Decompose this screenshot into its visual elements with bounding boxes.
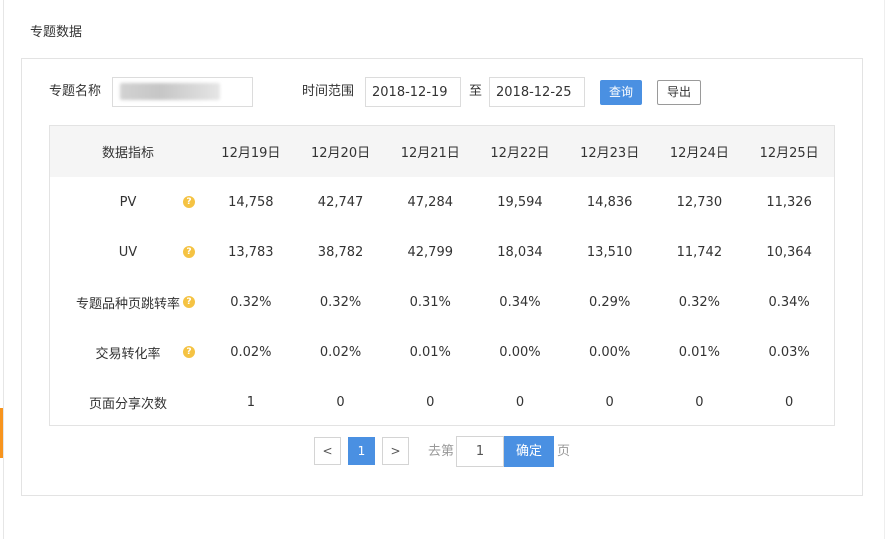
start-date-input[interactable] (365, 77, 461, 107)
value-cell: 0.32% (678, 294, 721, 310)
help-icon[interactable] (183, 346, 195, 358)
value-cell: 0.29% (589, 294, 631, 310)
value-cell: 10,364 (766, 244, 812, 260)
value-cell: 0.31% (409, 294, 451, 310)
metric-cell: UV (50, 227, 206, 277)
value-cell: 11,742 (676, 244, 723, 260)
help-icon[interactable] (183, 246, 195, 258)
topic-name-input-wrap[interactable] (112, 77, 253, 107)
value-cell: 0 (336, 394, 345, 410)
side-active-marker (0, 408, 3, 458)
value-cell: 11,326 (766, 194, 812, 210)
value-cell: 0 (426, 394, 435, 410)
header-date: 12月20日 (311, 146, 371, 161)
next-page-button[interactable]: > (382, 437, 409, 465)
value-cell: 0.01% (678, 344, 721, 360)
value-cell: 0.02% (230, 344, 272, 360)
table-row: PV 14,758 42,747 47,284 19,594 14,836 12,730 11… (50, 177, 834, 227)
header-date: 12月19日 (221, 146, 281, 161)
redacted-value (120, 83, 220, 100)
value-cell: 12,730 (676, 194, 723, 210)
value-cell: 0.34% (768, 294, 810, 310)
metric-cell: 页面分享次数 (50, 377, 206, 427)
value-cell: 1 (246, 394, 255, 410)
value-cell: 0.01% (409, 344, 451, 360)
value-cell: 0 (695, 394, 704, 410)
page-title: 专题数据 (30, 25, 83, 40)
value-cell: 18,034 (497, 244, 543, 260)
table-row: 专题品种页跳转率 0.32% 0.32% 0.31% 0.34% 0.29% 0.32% 0.… (50, 277, 834, 327)
header-date: 12月25日 (759, 146, 819, 161)
header-metric: 数据指标 (101, 146, 154, 161)
metric-cell: 交易转化率 (50, 327, 206, 377)
value-cell: 0.03% (768, 344, 810, 360)
metric-label: 专题品种页跳转率 (75, 296, 180, 312)
help-icon[interactable] (183, 296, 195, 308)
header-date: 12月23日 (580, 146, 640, 161)
left-divider (3, 0, 4, 539)
prev-page-button[interactable]: < (314, 437, 341, 465)
value-cell: 14,836 (586, 194, 633, 210)
value-cell: 0.02% (319, 344, 362, 360)
table-row: UV 13,783 38,782 42,799 18,034 13,510 11,742 10… (50, 227, 834, 277)
metric-cell: 专题品种页跳转率 (50, 277, 206, 327)
value-cell: 13,510 (586, 244, 633, 260)
date-range-separator: 至 (469, 84, 483, 99)
topic-name-label: 专题名称 (49, 84, 102, 99)
metric-label: 页面分享次数 (88, 396, 167, 412)
header-date: 12月21日 (400, 146, 460, 161)
value-cell: 0.32% (319, 294, 362, 310)
table-row: 交易转化率 0.02% 0.02% 0.01% 0.00% 0.00% 0.01% 0.03% (50, 327, 834, 377)
value-cell: 13,783 (228, 244, 274, 260)
table-body: PV14,75842,74747,28419,59414,83612,73011… (50, 177, 834, 427)
goto-label: 去第 (428, 444, 455, 459)
metric-label: 交易转化率 (95, 346, 161, 362)
metric-cell: PV (50, 177, 206, 227)
value-cell: 0.32% (230, 294, 272, 310)
value-cell: 0 (515, 394, 525, 410)
table-row: 页面分享次数 1 0 0 0 0 0 0 (50, 377, 834, 427)
value-cell: 0.00% (499, 344, 541, 360)
metric-label: UV (118, 244, 138, 260)
page-1-button[interactable]: 1 (348, 437, 375, 465)
header-date: 12月24日 (669, 146, 729, 161)
value-cell: 42,799 (407, 244, 454, 260)
value-cell: 0 (784, 394, 794, 410)
value-cell: 0.00% (589, 344, 631, 360)
value-cell: 19,594 (497, 194, 543, 210)
end-date-input[interactable] (489, 77, 585, 107)
value-cell: 42,747 (317, 194, 364, 210)
page-suffix: 页 (557, 444, 571, 459)
value-cell: 0.34% (499, 294, 541, 310)
header-date: 12月22日 (490, 146, 550, 161)
metric-label: PV (119, 194, 137, 210)
query-button[interactable]: 查询 (600, 80, 642, 105)
metrics-table: 数据指标 12月19日 12月20日 12月21日 12月22日 12月23日 12月24日… (49, 125, 835, 426)
time-range-label: 时间范围 (302, 84, 355, 99)
export-button[interactable]: 导出 (657, 80, 701, 105)
value-cell: 47,284 (407, 194, 454, 210)
table-header-row: 数据指标 12月19日 12月20日 12月21日 12月22日 12月23日 12月24日… (50, 126, 834, 177)
value-cell: 38,782 (317, 244, 364, 260)
goto-page-input[interactable] (456, 436, 504, 467)
help-icon[interactable] (183, 196, 195, 208)
right-divider (884, 0, 885, 539)
value-cell: 0 (605, 394, 614, 410)
goto-confirm-button[interactable]: 确定 (504, 436, 554, 467)
value-cell: 14,758 (228, 194, 274, 210)
